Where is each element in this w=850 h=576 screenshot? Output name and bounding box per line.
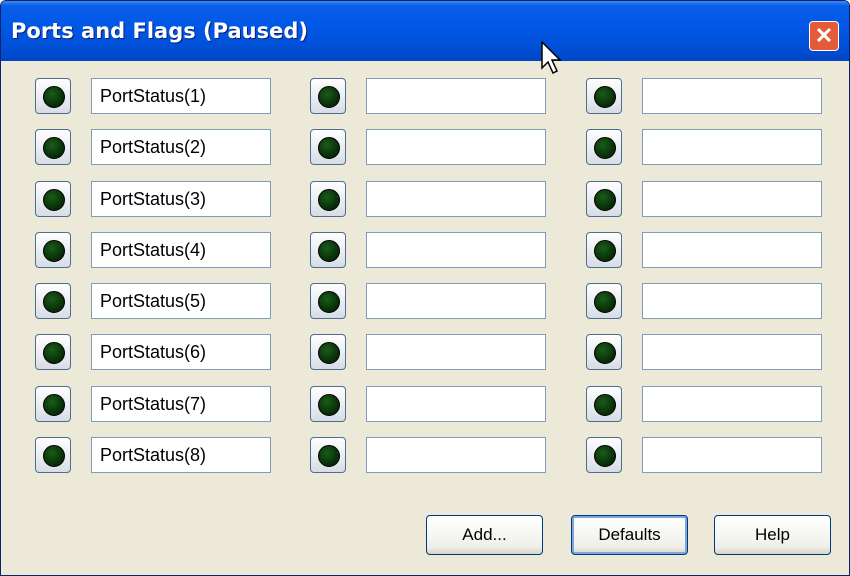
port-led-button[interactable] <box>35 385 71 422</box>
button-row: Add... Defaults Help <box>5 515 847 555</box>
led-indicator-icon <box>594 137 616 160</box>
port-led-button[interactable] <box>310 180 346 217</box>
led-indicator-icon <box>594 393 616 416</box>
title-bar[interactable]: Ports and Flags (Paused) ✕ <box>1 1 849 61</box>
port-name-field[interactable] <box>642 180 822 217</box>
led-indicator-icon <box>318 342 340 365</box>
port-led-button[interactable] <box>586 180 622 217</box>
defaults-button[interactable]: Defaults <box>571 515 688 555</box>
dialog-content: PortStatus(1) PortStatus(2) PortStatus(3) P… <box>5 61 847 575</box>
port-led-button[interactable] <box>310 231 346 268</box>
led-indicator-icon <box>43 445 65 468</box>
port-led-button[interactable] <box>310 385 346 422</box>
port-led-button[interactable] <box>35 231 71 268</box>
close-button[interactable]: ✕ <box>809 21 839 51</box>
port-name-field[interactable] <box>366 78 546 114</box>
port-led-button[interactable] <box>35 180 71 217</box>
led-indicator-icon <box>43 188 65 211</box>
port-led-button[interactable] <box>310 334 346 371</box>
port-led-button[interactable] <box>586 334 622 371</box>
port-name-field[interactable]: PortStatus(2) <box>91 129 271 166</box>
port-name-field[interactable] <box>366 231 546 268</box>
led-indicator-icon <box>318 188 340 211</box>
port-name-field[interactable] <box>366 180 546 217</box>
port-name-field[interactable] <box>642 78 822 114</box>
led-indicator-icon <box>594 86 616 108</box>
port-name-field[interactable] <box>366 385 546 422</box>
port-name-field[interactable]: PortStatus(6) <box>91 334 271 371</box>
led-indicator-icon <box>43 342 65 365</box>
led-indicator-icon <box>594 188 616 211</box>
port-led-button[interactable] <box>586 283 622 320</box>
port-led-button[interactable] <box>35 78 71 114</box>
port-name-field[interactable]: PortStatus(5) <box>91 283 271 320</box>
led-indicator-icon <box>43 137 65 160</box>
port-name-field[interactable] <box>366 334 546 371</box>
led-indicator-icon <box>318 137 340 160</box>
port-name-field[interactable]: PortStatus(8) <box>91 437 271 474</box>
port-led-button[interactable] <box>586 385 622 422</box>
port-name-field[interactable]: PortStatus(7) <box>91 385 271 422</box>
port-led-button[interactable] <box>35 283 71 320</box>
port-name-field[interactable]: PortStatus(4) <box>91 231 271 268</box>
port-name-field[interactable] <box>642 385 822 422</box>
led-indicator-icon <box>594 342 616 365</box>
port-led-button[interactable] <box>35 334 71 371</box>
port-led-button[interactable] <box>310 437 346 474</box>
led-indicator-icon <box>318 445 340 468</box>
add-button[interactable]: Add... <box>426 515 543 555</box>
port-name-field[interactable]: PortStatus(3) <box>91 180 271 217</box>
port-name-field[interactable] <box>366 437 546 474</box>
help-button[interactable]: Help <box>714 515 831 555</box>
port-name-field[interactable] <box>642 231 822 268</box>
port-led-button[interactable] <box>35 129 71 166</box>
led-indicator-icon <box>43 86 65 108</box>
port-name-field[interactable] <box>642 129 822 166</box>
port-led-button[interactable] <box>586 437 622 474</box>
window-title: Ports and Flags (Paused) <box>11 19 308 43</box>
led-indicator-icon <box>43 239 65 262</box>
ports-and-flags-window: Ports and Flags (Paused) ✕ PortStatus(1)… <box>0 0 850 576</box>
mouse-cursor-icon <box>541 41 562 75</box>
port-led-button[interactable] <box>310 129 346 166</box>
port-name-field[interactable] <box>642 283 822 320</box>
led-indicator-icon <box>43 393 65 416</box>
led-indicator-icon <box>318 291 340 314</box>
port-name-field[interactable] <box>366 129 546 166</box>
led-indicator-icon <box>594 239 616 262</box>
port-led-button[interactable] <box>586 78 622 114</box>
led-indicator-icon <box>594 291 616 314</box>
port-name-field[interactable] <box>366 283 546 320</box>
led-indicator-icon <box>318 393 340 416</box>
port-name-field[interactable] <box>642 334 822 371</box>
port-name-field[interactable] <box>642 437 822 474</box>
port-led-button[interactable] <box>35 437 71 474</box>
led-indicator-icon <box>318 86 340 108</box>
led-indicator-icon <box>43 291 65 314</box>
port-led-button[interactable] <box>310 283 346 320</box>
port-led-button[interactable] <box>310 78 346 114</box>
port-name-field[interactable]: PortStatus(1) <box>91 78 271 114</box>
led-indicator-icon <box>594 445 616 468</box>
port-led-button[interactable] <box>586 231 622 268</box>
led-indicator-icon <box>318 239 340 262</box>
port-led-button[interactable] <box>586 129 622 166</box>
